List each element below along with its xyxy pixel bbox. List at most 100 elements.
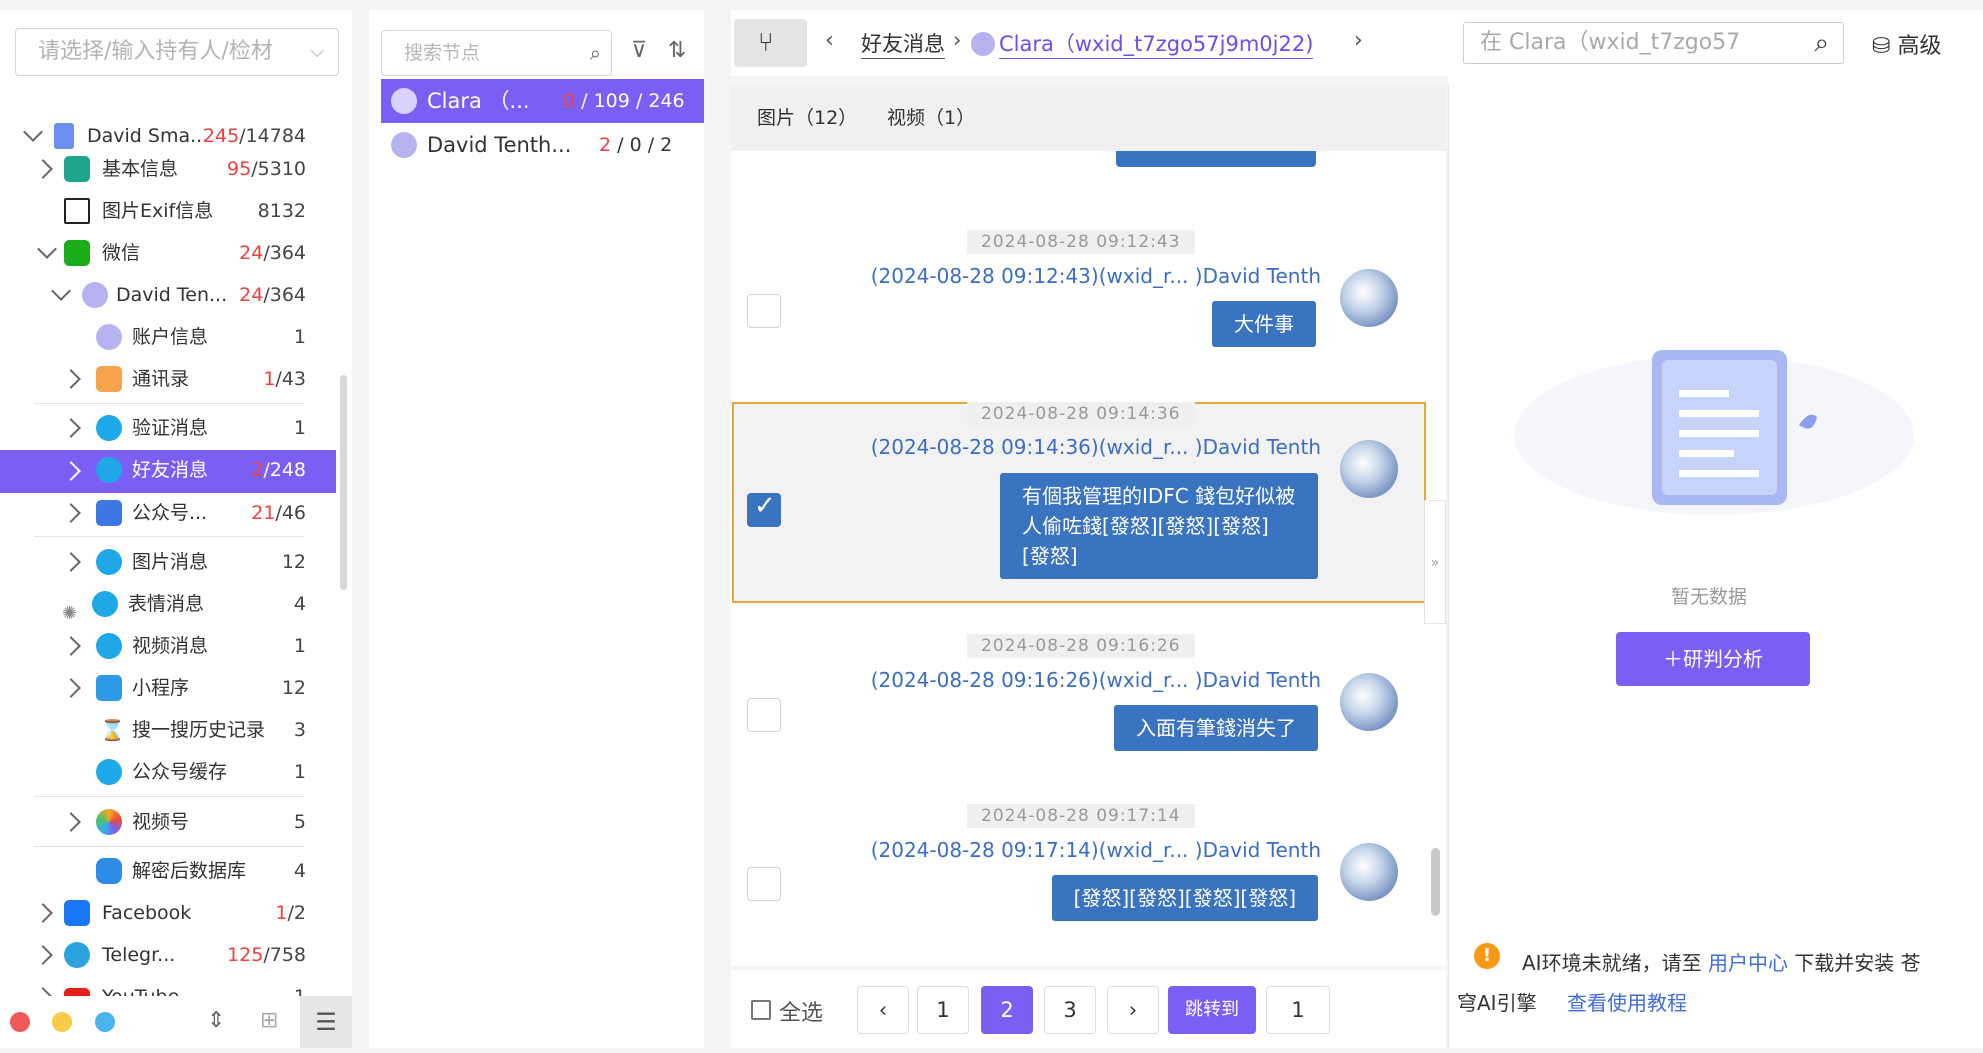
tree-item-exif[interactable]: 图片Exif信息 8132 xyxy=(0,191,336,231)
message-bubble[interactable]: [發怒][發怒][發怒][發怒] xyxy=(1051,875,1318,921)
user-avatar-icon xyxy=(971,32,995,56)
chat-scrollbar[interactable] xyxy=(1431,848,1440,916)
tab-videos[interactable]: 视频（1） xyxy=(887,85,975,151)
jump-page-input[interactable]: 1 xyxy=(1266,986,1330,1034)
contact-item-clara[interactable]: Clara （... 0 / 109 / 246 xyxy=(381,79,704,123)
select-all-label[interactable]: 全选 xyxy=(779,995,823,1027)
contact-item-david[interactable]: David Tenth... 2 / 0 / 2 xyxy=(381,123,704,167)
tutorial-link[interactable]: 查看使用教程 xyxy=(1567,991,1687,1015)
tree-item-basic-info[interactable]: 基本信息 95/5310 xyxy=(0,149,336,189)
page-button-3[interactable]: 3 xyxy=(1044,986,1096,1034)
breadcrumb-section[interactable]: 好友消息 xyxy=(861,28,945,59)
breadcrumb-contact[interactable]: Clara（wxid_t7zgo57j9m0j22) xyxy=(999,28,1314,59)
tree-item-verify-msg[interactable]: 验证消息 1 xyxy=(0,408,336,448)
tree-item-telegram[interactable]: Telegr... 125/758 xyxy=(0,935,336,975)
tree-item-label: 通讯录 xyxy=(132,368,190,390)
sort-icon[interactable]: ⇅ xyxy=(668,38,686,63)
back-arrow-icon[interactable]: ‹ xyxy=(825,28,834,53)
message-checkbox[interactable] xyxy=(747,867,781,901)
yellow-dot-icon[interactable] xyxy=(52,1012,72,1032)
jump-to-button[interactable]: 跳转到 xyxy=(1168,986,1256,1034)
tree-item-search-history[interactable]: ⌛ 搜一搜历史记录 3 xyxy=(0,710,336,750)
tree-scrollbar[interactable] xyxy=(340,375,347,590)
tree-item-label: 视频消息 xyxy=(132,635,209,657)
tree-item-official-acc[interactable]: 公众号... 21/46 xyxy=(0,493,336,533)
official-account-icon xyxy=(96,500,122,526)
chevron-down-icon[interactable] xyxy=(51,281,71,301)
chevron-right-icon[interactable] xyxy=(61,369,81,389)
tree-item-account-info[interactable]: 账户信息 1 xyxy=(0,317,336,357)
select-all-checkbox[interactable] xyxy=(751,1000,771,1020)
red-dot-icon[interactable] xyxy=(10,1012,30,1032)
tree-item-count: /43 xyxy=(275,368,306,390)
chevron-down-icon[interactable] xyxy=(23,122,43,142)
chevron-right-icon[interactable] xyxy=(61,812,81,832)
tree-item-label: 视频号 xyxy=(132,811,190,833)
forward-arrow-icon[interactable]: › xyxy=(1354,28,1363,53)
list-view-icon[interactable]: ☰ xyxy=(300,996,352,1048)
branch-view-button[interactable]: ⑂ xyxy=(734,19,807,67)
tree-item-count: /46 xyxy=(275,502,306,524)
chat-bubble-icon xyxy=(96,549,122,575)
message-checkbox[interactable] xyxy=(747,698,781,732)
grid-view-icon[interactable]: ⊞ xyxy=(260,1008,278,1033)
tree-item-image-msg[interactable]: 图片消息 12 xyxy=(0,542,336,582)
tree-item-decrypted-db[interactable]: 解密后数据库 4 xyxy=(0,851,336,891)
tree-item-label: 解密后数据库 xyxy=(132,860,247,882)
tree-item-friend-msg[interactable]: 好友消息 2/248 xyxy=(0,450,336,493)
tree-item-official-cache[interactable]: 公众号缓存 1 xyxy=(0,752,336,792)
message-bubble[interactable]: 大件事 xyxy=(1212,301,1316,347)
chevron-right-icon[interactable] xyxy=(61,678,81,698)
chevron-right-icon[interactable] xyxy=(61,418,81,438)
message-checkbox-checked[interactable]: ✓ xyxy=(747,491,781,527)
tree-item-count: 4 xyxy=(293,593,306,615)
filter-icon[interactable]: ⊽ xyxy=(631,38,647,63)
collapse-all-icon[interactable]: ⇕ xyxy=(207,1008,225,1033)
page-button-2[interactable]: 2 xyxy=(981,986,1033,1034)
chevron-right-icon[interactable] xyxy=(33,159,53,179)
ai-warning-line1: AI环境未就绪，请至 用户中心 下载并安装 苍 xyxy=(1522,947,1921,976)
node-search-input[interactable]: 搜索节点 ⌕ xyxy=(381,30,612,76)
analyze-button[interactable]: ＋研判分析 xyxy=(1616,632,1810,686)
message-bubble[interactable]: 有個我管理的IDFC 錢包好似被人偷咗錢[發怒][發怒][發怒][發怒] xyxy=(1000,473,1318,579)
search-icon[interactable]: ⌕ xyxy=(1814,23,1829,63)
message-search-input[interactable]: 在 Clara（wxid_t7zgo57 ⌕ xyxy=(1463,22,1844,64)
holder-select[interactable]: 请选择/输入持有人/检材 ⌵ xyxy=(15,28,339,76)
tab-images[interactable]: 图片（12） xyxy=(757,85,857,151)
blue-dot-icon[interactable] xyxy=(95,1012,115,1032)
ai-warning-line2: 穹AI引擎 查看使用教程 xyxy=(1457,987,1687,1016)
message-bubble[interactable]: 入面有筆錢消失了 xyxy=(1114,705,1318,751)
chevron-right-icon[interactable] xyxy=(61,503,81,523)
message-checkbox[interactable] xyxy=(747,294,781,328)
page-button-1[interactable]: 1 xyxy=(917,986,969,1034)
chevron-right-icon[interactable] xyxy=(61,636,81,656)
tree-item-contacts[interactable]: 通讯录 1/43 xyxy=(0,359,336,399)
panel-collapse-handle[interactable]: » xyxy=(1424,500,1446,624)
tree-item-wechat-account[interactable]: David Ten... 24/364 xyxy=(0,275,336,315)
message-text: 入面有筆錢消失了 xyxy=(1136,716,1296,740)
tree-item-label: 验证消息 xyxy=(132,417,209,439)
tree-item-facebook[interactable]: Facebook 1/2 xyxy=(0,893,336,933)
advanced-search-button[interactable]: ⛁ 高级 xyxy=(1872,28,1941,60)
tree-item-wechat[interactable]: 微信 24/364 xyxy=(0,233,336,273)
tree-item-count: /14784 xyxy=(239,125,306,147)
tree-item-channels[interactable]: 视频号 5 xyxy=(0,802,336,842)
tree-item-count: 12 xyxy=(281,551,306,573)
chevron-down-icon[interactable] xyxy=(37,239,57,259)
next-page-button[interactable]: › xyxy=(1107,986,1159,1034)
chevron-right-icon[interactable] xyxy=(33,903,53,923)
ai-warning-text: AI环境未就绪，请至 xyxy=(1522,951,1702,975)
tree-item-emoji-msg[interactable]: ✺ 表情消息 4 xyxy=(0,584,336,624)
ai-warning-text: 穹AI引擎 xyxy=(1457,991,1537,1015)
tree-item-video-msg[interactable]: 视频消息 1 xyxy=(0,626,336,666)
channels-icon xyxy=(96,809,122,835)
sender-avatar xyxy=(1340,673,1398,731)
user-center-link[interactable]: 用户中心 xyxy=(1708,951,1788,975)
tree-item-mini-program[interactable]: 小程序 12 xyxy=(0,668,336,708)
prev-page-button[interactable]: ‹ xyxy=(857,986,909,1034)
search-icon[interactable]: ⌕ xyxy=(590,31,601,75)
chevron-right-icon[interactable] xyxy=(61,552,81,572)
chevron-right-icon[interactable] xyxy=(61,461,81,481)
user-avatar-icon xyxy=(391,132,417,158)
chevron-right-icon[interactable] xyxy=(33,945,53,965)
